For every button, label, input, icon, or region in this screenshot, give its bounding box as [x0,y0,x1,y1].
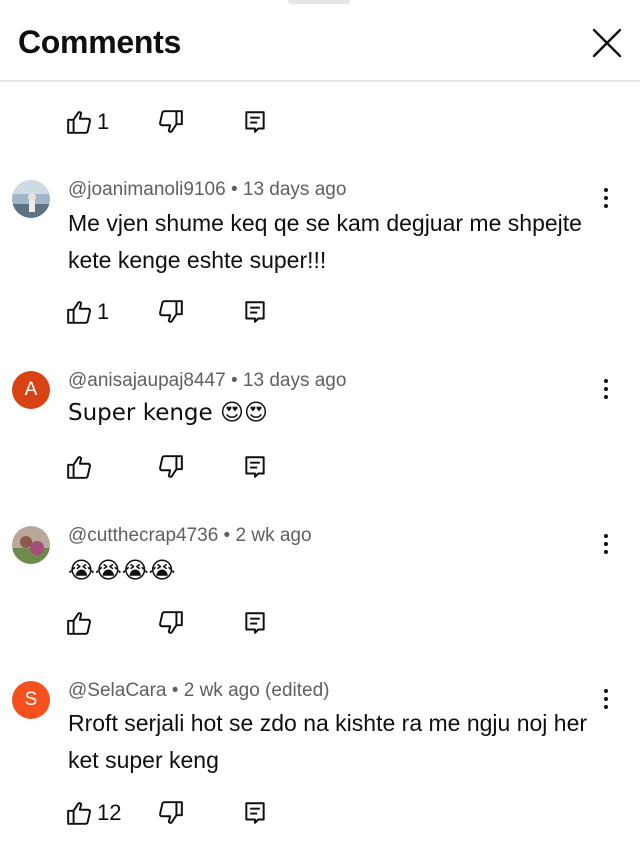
dislike-button[interactable] [158,800,242,826]
reply-button[interactable] [242,299,272,325]
like-button[interactable] [66,610,158,636]
more-options-icon[interactable] [596,374,616,404]
comment-actions: 12 [66,798,272,828]
dislike-button[interactable] [158,299,242,325]
close-icon[interactable] [588,24,626,62]
comment-time[interactable]: 2 wk ago (edited) [184,680,330,701]
comment-actions [66,452,272,482]
reply-button[interactable] [242,610,272,636]
meta-separator: • [225,179,243,200]
avatar[interactable] [12,526,50,564]
thumbs-down-icon [159,110,183,133]
thumbs-down-icon [159,801,183,824]
avatar-letter: A [24,379,38,400]
thumbs-up-icon [67,111,91,134]
comment-meta: @cutthecrap4736 • 2 wk ago [68,525,312,547]
like-count: 12 [97,800,122,825]
dislike-button[interactable] [158,454,242,480]
comment-time[interactable]: 13 days ago [243,179,347,200]
meta-separator: • [218,525,236,546]
comment-meta: @joanimanoli9106 • 13 days ago [68,179,346,201]
like-count: 1 [97,299,110,324]
reply-button[interactable] [242,109,272,135]
like-button[interactable] [66,454,158,480]
comment-time[interactable]: 2 wk ago [236,525,312,546]
thumbs-up-icon [67,802,91,825]
comment-actions: 1 [66,107,272,137]
comment-text: Me vjen shume keq qe se kam degjuar me s… [68,210,582,273]
comments-header: Comments [0,0,640,82]
comment-meta: @anisajaupaj8447 • 13 days ago [68,370,346,392]
reply-button[interactable] [242,800,272,826]
comment-time[interactable]: 13 days ago [243,370,347,391]
comment-author[interactable]: @cutthecrap4736 [68,525,218,546]
meta-separator: • [166,680,184,701]
comment-author[interactable]: @anisajaupaj8447 [68,370,226,391]
more-options-icon[interactable] [596,684,616,714]
like-count: 1 [97,109,110,134]
reply-icon [245,301,265,323]
avatar[interactable]: A [12,371,50,409]
dislike-button[interactable] [158,610,242,636]
thumbs-down-icon [159,455,183,478]
thumbs-down-icon [159,300,183,323]
thumbs-down-icon [159,611,183,634]
thumbs-up-icon [67,456,91,479]
thumbs-up-icon [67,612,91,635]
avatar-letter: S [24,689,38,710]
comment-actions: 1 [66,297,272,327]
like-button[interactable]: 12 [66,800,158,826]
comment-text: 😭😭😭😭 [68,558,176,584]
more-options-icon[interactable] [596,529,616,559]
reply-button[interactable] [242,454,272,480]
comment-author[interactable]: @joanimanoli9106 [68,179,226,200]
thumbs-up-icon [67,301,91,324]
page-title: Comments [18,24,181,60]
avatar[interactable]: S [12,681,50,719]
reply-icon [245,802,265,824]
like-button[interactable]: 1 [66,109,158,135]
dislike-button[interactable] [158,109,242,135]
reply-icon [245,456,265,478]
comment-author[interactable]: @SelaCara [68,680,167,701]
meta-separator: • [225,370,243,391]
reply-icon [245,612,265,634]
comment-text: Super kenge 😍😍 [68,400,268,426]
reply-icon [245,111,265,133]
more-options-icon[interactable] [596,183,616,213]
comment-meta: @SelaCara • 2 wk ago (edited) [68,680,329,702]
like-button[interactable]: 1 [66,299,158,325]
comment-actions [66,608,272,638]
comment-text: Rroft serjali hot se zdo na kishte ra me… [68,710,588,773]
avatar[interactable] [12,180,50,218]
